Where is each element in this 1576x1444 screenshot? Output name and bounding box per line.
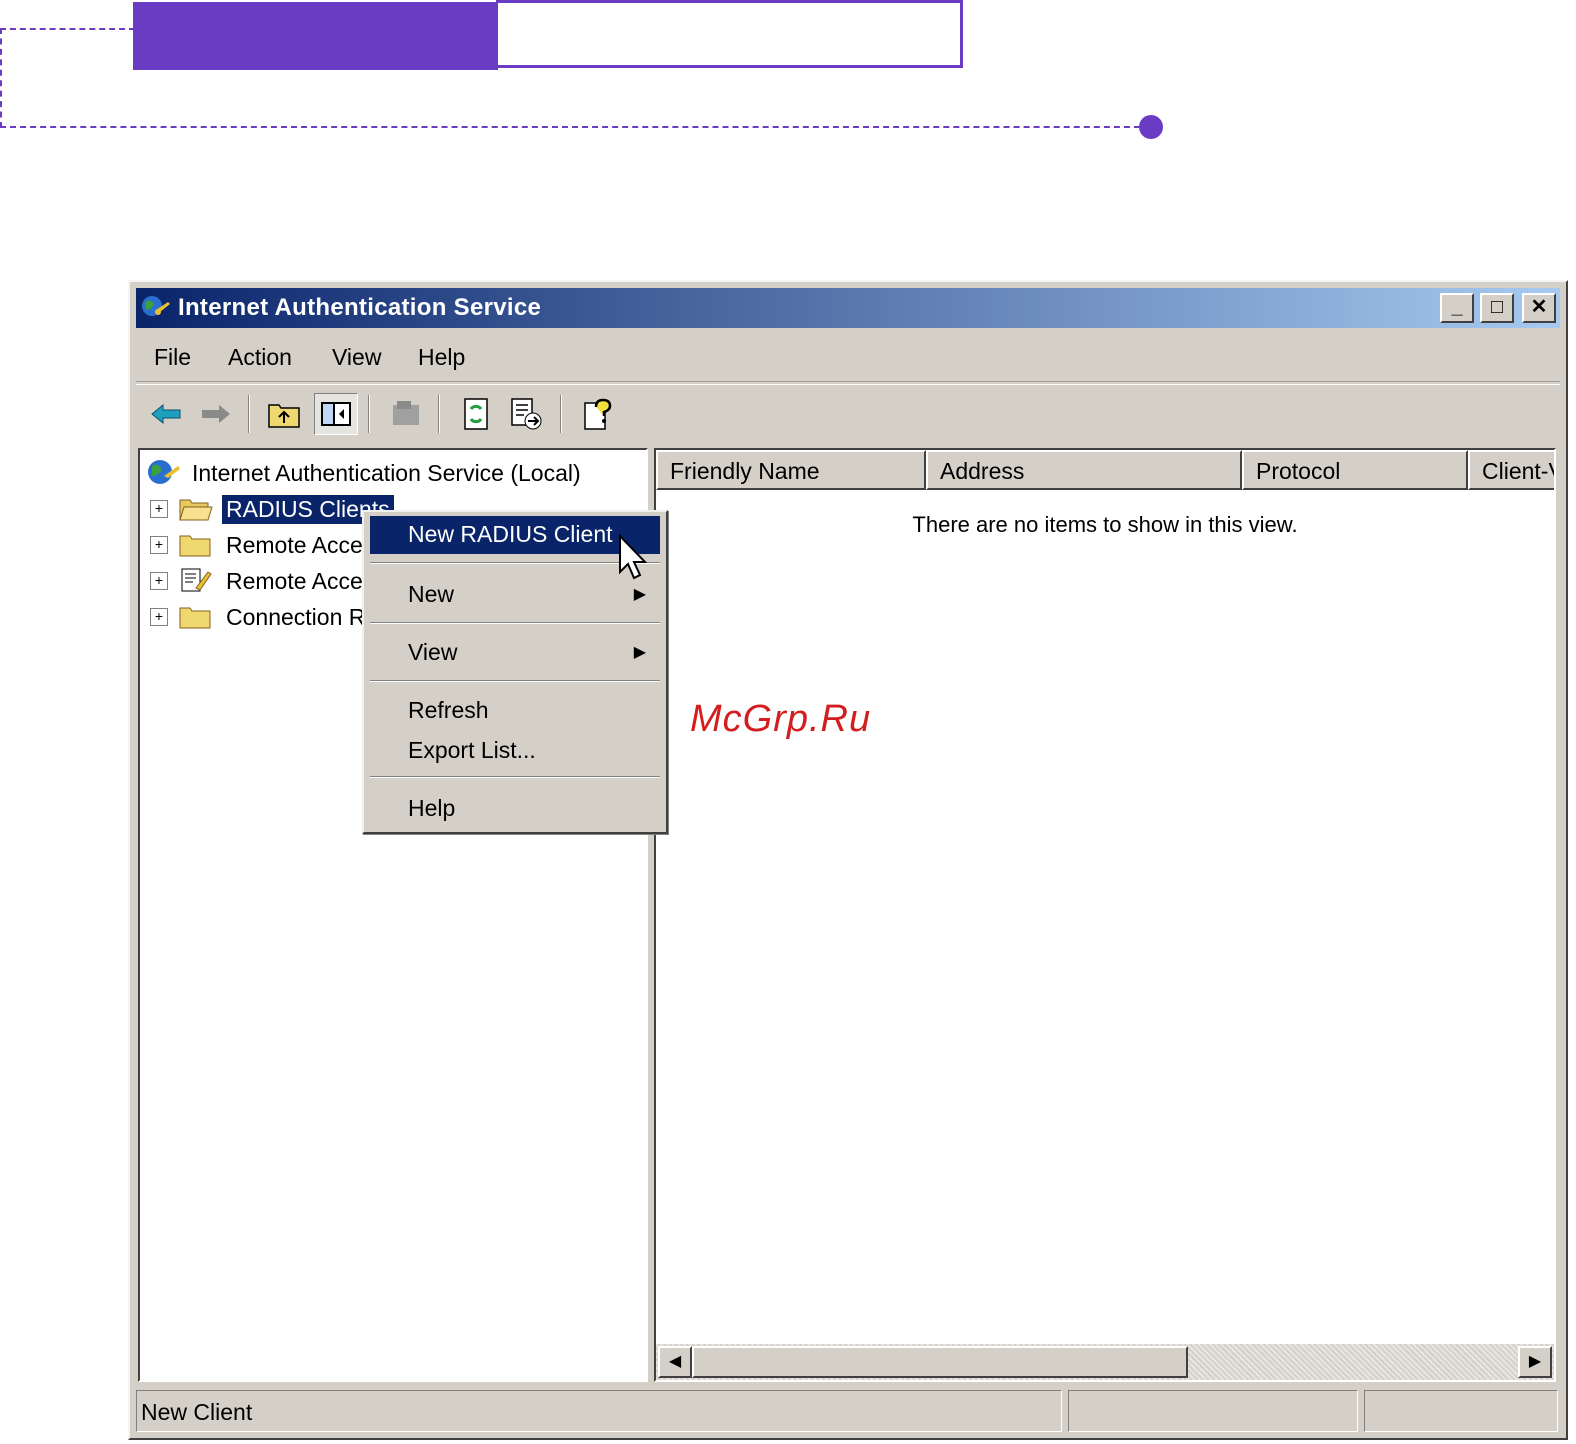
decorative-dot <box>1139 115 1163 139</box>
menu-bar: File Action View Help <box>136 332 1560 382</box>
menu-item-label: Export List... <box>408 737 536 763</box>
menu-help[interactable]: Help <box>418 344 465 371</box>
menu-view[interactable]: View <box>332 344 381 371</box>
menu-separator <box>370 622 660 624</box>
open-folder-icon <box>179 499 213 521</box>
menu-item-new-radius-client[interactable]: New RADIUS Client <box>370 516 660 554</box>
expand-icon[interactable]: + <box>150 608 168 626</box>
toolbar-separator <box>368 395 370 433</box>
status-cell-3 <box>1364 1390 1558 1432</box>
submenu-arrow-icon: ▶ <box>633 586 646 603</box>
ias-app-icon <box>142 296 170 316</box>
decorative-dashed-line-top <box>0 28 135 30</box>
refresh-icon[interactable] <box>454 393 498 435</box>
menu-item-refresh[interactable]: Refresh <box>370 692 660 730</box>
watermark-text: McGrp.Ru <box>690 698 872 740</box>
delete-icon[interactable] <box>384 393 428 435</box>
menu-item-label: New <box>408 581 455 607</box>
tree-item-label: Remote Acce <box>226 567 363 594</box>
menu-separator <box>370 562 660 564</box>
tree-root-node[interactable]: Internet Authentication Service (Local) <box>146 456 581 490</box>
status-cell-2 <box>1068 1390 1358 1432</box>
policy-scroll-icon <box>181 568 212 592</box>
scroll-left-button[interactable]: ◀ <box>658 1346 692 1378</box>
tree-root-label: Internet Authentication Service (Local) <box>192 459 581 486</box>
decorative-purple-block <box>133 2 498 70</box>
menu-item-view[interactable]: View ▶ <box>370 634 660 672</box>
title-bar[interactable]: Internet Authentication Service _ □ ✕ <box>136 288 1560 328</box>
decorative-dashed-line-left <box>0 28 2 128</box>
expand-icon[interactable]: + <box>150 500 168 518</box>
close-button[interactable]: ✕ <box>1522 293 1556 323</box>
forward-arrow-icon[interactable] <box>194 393 238 435</box>
column-header-friendly-name[interactable]: Friendly Name <box>656 450 926 490</box>
column-header-protocol[interactable]: Protocol <box>1242 450 1468 490</box>
menu-file[interactable]: File <box>154 344 191 371</box>
toolbar-separator <box>560 395 562 433</box>
toolbar-separator <box>248 395 250 433</box>
tree-item-connection-request[interactable]: + Connection R <box>150 600 369 634</box>
show-hide-tree-icon[interactable] <box>314 393 358 435</box>
expand-icon[interactable]: + <box>150 536 168 554</box>
menu-separator <box>370 776 660 778</box>
tree-item-label: Remote Acce <box>226 531 363 558</box>
toolbar <box>136 384 1560 440</box>
folder-icon <box>179 535 211 557</box>
help-icon[interactable] <box>576 393 620 435</box>
decorative-outline-block <box>496 0 963 68</box>
tree-item-radius-clients[interactable]: + RADIUS Clients <box>150 492 395 526</box>
menu-item-label: Help <box>408 795 456 821</box>
ias-globe-icon <box>148 460 180 484</box>
menu-separator <box>370 680 660 682</box>
menu-item-label: New RADIUS Client <box>408 521 613 547</box>
decorative-dashed-line-bottom <box>0 126 1150 128</box>
menu-item-export-list[interactable]: Export List... <box>370 732 660 770</box>
status-text: New Client <box>136 1390 1062 1432</box>
tree-item-remote-access-logging[interactable]: + Remote Acce <box>150 528 367 562</box>
export-list-icon[interactable] <box>504 393 548 435</box>
back-arrow-icon[interactable] <box>144 393 188 435</box>
horizontal-scrollbar[interactable]: ◀ ▶ <box>656 1344 1554 1380</box>
ias-window: Internet Authentication Service _ □ ✕ Fi… <box>128 280 1568 1440</box>
submenu-arrow-icon: ▶ <box>633 644 646 661</box>
menu-item-new[interactable]: New ▶ <box>370 576 660 614</box>
menu-item-label: Refresh <box>408 697 489 723</box>
menu-action[interactable]: Action <box>228 344 292 371</box>
toolbar-separator <box>438 395 440 433</box>
empty-list-message: There are no items to show in this view. <box>912 512 1298 537</box>
expand-icon[interactable]: + <box>150 572 168 590</box>
minimize-button[interactable]: _ <box>1440 293 1474 323</box>
menu-item-label: View <box>408 639 458 665</box>
maximize-button[interactable]: □ <box>1480 293 1514 323</box>
folder-icon <box>179 607 211 629</box>
window-title: Internet Authentication Service <box>178 294 542 321</box>
tree-item-label: Connection R <box>226 603 366 630</box>
status-bar: New Client <box>136 1390 1560 1432</box>
menu-item-help[interactable]: Help <box>370 790 660 828</box>
scroll-right-button[interactable]: ▶ <box>1518 1346 1552 1378</box>
column-header-address[interactable]: Address <box>926 450 1242 490</box>
up-folder-icon[interactable] <box>262 393 306 435</box>
tree-item-remote-access-policies[interactable]: + Remote Acce <box>150 564 367 598</box>
details-list-pane[interactable]: Friendly Name Address Protocol Client-V … <box>654 448 1556 1382</box>
scrollbar-thumb[interactable] <box>692 1346 1188 1378</box>
column-header-client-vendor[interactable]: Client-V <box>1468 450 1554 490</box>
mouse-pointer-icon <box>619 534 648 580</box>
